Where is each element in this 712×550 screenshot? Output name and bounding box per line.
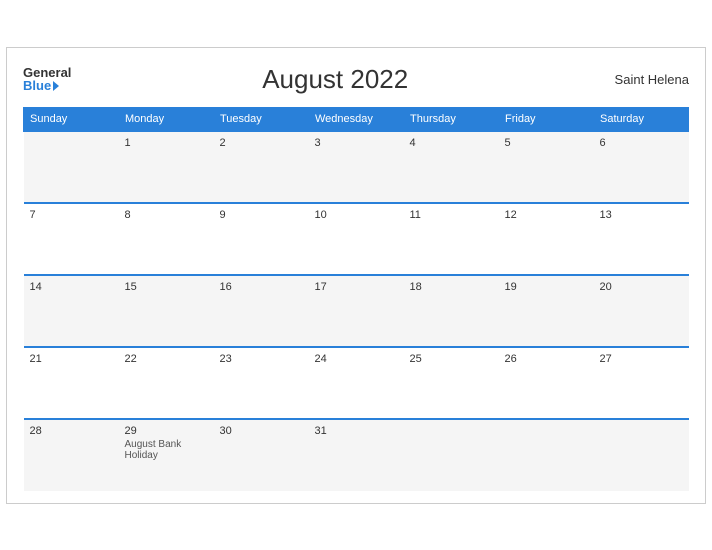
day-number: 14 xyxy=(30,281,113,293)
day-number: 12 xyxy=(505,209,588,221)
day-number: 11 xyxy=(410,209,493,221)
weekday-header-thursday: Thursday xyxy=(404,107,499,131)
day-number: 10 xyxy=(315,209,398,221)
calendar-title: August 2022 xyxy=(71,64,599,95)
logo-triangle-icon xyxy=(53,81,59,91)
day-number: 28 xyxy=(30,425,113,437)
calendar-cell: 19 xyxy=(499,275,594,347)
calendar-cell: 28 xyxy=(24,419,119,491)
calendar-cell: 25 xyxy=(404,347,499,419)
calendar-cell: 12 xyxy=(499,203,594,275)
calendar-cell: 8 xyxy=(119,203,214,275)
day-number: 5 xyxy=(505,137,588,149)
weekday-header-monday: Monday xyxy=(119,107,214,131)
calendar-cell: 30 xyxy=(214,419,309,491)
day-number: 18 xyxy=(410,281,493,293)
weekday-header-tuesday: Tuesday xyxy=(214,107,309,131)
day-number: 1 xyxy=(125,137,208,149)
calendar-cell xyxy=(594,419,689,491)
calendar-cell: 21 xyxy=(24,347,119,419)
day-number: 9 xyxy=(220,209,303,221)
day-number: 4 xyxy=(410,137,493,149)
day-number: 26 xyxy=(505,353,588,365)
calendar-cell: 5 xyxy=(499,131,594,203)
calendar-table: SundayMondayTuesdayWednesdayThursdayFrid… xyxy=(23,107,689,491)
calendar-cell: 10 xyxy=(309,203,404,275)
day-number: 16 xyxy=(220,281,303,293)
calendar-cell xyxy=(499,419,594,491)
calendar-cell xyxy=(24,131,119,203)
event-label: August Bank Holiday xyxy=(125,439,208,461)
calendar-cell: 17 xyxy=(309,275,404,347)
day-number: 17 xyxy=(315,281,398,293)
week-row-2: 789 10 11 12 13 xyxy=(24,203,689,275)
day-number: 22 xyxy=(125,353,208,365)
week-row-5: 28 29 August Bank Holiday 30 31 xyxy=(24,419,689,491)
calendar-cell: 1 xyxy=(119,131,214,203)
week-row-4: 21 22 23 24 25 26 27 xyxy=(24,347,689,419)
calendar-cell: 16 xyxy=(214,275,309,347)
day-number: 15 xyxy=(125,281,208,293)
calendar-cell: 27 xyxy=(594,347,689,419)
calendar-cell: 23 xyxy=(214,347,309,419)
calendar-cell xyxy=(404,419,499,491)
logo: General Blue xyxy=(23,66,71,92)
calendar: General Blue August 2022 Saint Helena Su… xyxy=(6,47,706,504)
calendar-cell: 29 August Bank Holiday xyxy=(119,419,214,491)
calendar-cell: 6 xyxy=(594,131,689,203)
day-number: 7 xyxy=(30,209,113,221)
calendar-cell: 13 xyxy=(594,203,689,275)
day-number: 21 xyxy=(30,353,113,365)
day-number: 19 xyxy=(505,281,588,293)
calendar-cell: 7 xyxy=(24,203,119,275)
calendar-cell: 22 xyxy=(119,347,214,419)
week-row-3: 14 15 16 17 18 19 20 xyxy=(24,275,689,347)
day-number: 29 xyxy=(125,425,208,437)
calendar-cell: 18 xyxy=(404,275,499,347)
day-number: 13 xyxy=(600,209,683,221)
day-number: 30 xyxy=(220,425,303,437)
weekday-header-row: SundayMondayTuesdayWednesdayThursdayFrid… xyxy=(24,107,689,131)
calendar-region: Saint Helena xyxy=(599,72,689,87)
day-number: 6 xyxy=(600,137,683,149)
calendar-cell: 11 xyxy=(404,203,499,275)
calendar-cell: 4 xyxy=(404,131,499,203)
day-number: 23 xyxy=(220,353,303,365)
weekday-header-wednesday: Wednesday xyxy=(309,107,404,131)
day-number: 20 xyxy=(600,281,683,293)
weekday-header-friday: Friday xyxy=(499,107,594,131)
calendar-cell: 9 xyxy=(214,203,309,275)
weekday-header-saturday: Saturday xyxy=(594,107,689,131)
day-number: 2 xyxy=(220,137,303,149)
week-row-1: 123456 xyxy=(24,131,689,203)
calendar-cell: 2 xyxy=(214,131,309,203)
calendar-cell: 15 xyxy=(119,275,214,347)
calendar-cell: 31 xyxy=(309,419,404,491)
calendar-cell: 14 xyxy=(24,275,119,347)
day-number: 31 xyxy=(315,425,398,437)
calendar-cell: 20 xyxy=(594,275,689,347)
day-number: 25 xyxy=(410,353,493,365)
day-number: 24 xyxy=(315,353,398,365)
day-number: 8 xyxy=(125,209,208,221)
calendar-header: General Blue August 2022 Saint Helena xyxy=(23,64,689,95)
day-number: 3 xyxy=(315,137,398,149)
logo-blue-text: Blue xyxy=(23,79,71,92)
day-number: 27 xyxy=(600,353,683,365)
calendar-cell: 24 xyxy=(309,347,404,419)
calendar-cell: 3 xyxy=(309,131,404,203)
calendar-cell: 26 xyxy=(499,347,594,419)
weekday-header-sunday: Sunday xyxy=(24,107,119,131)
